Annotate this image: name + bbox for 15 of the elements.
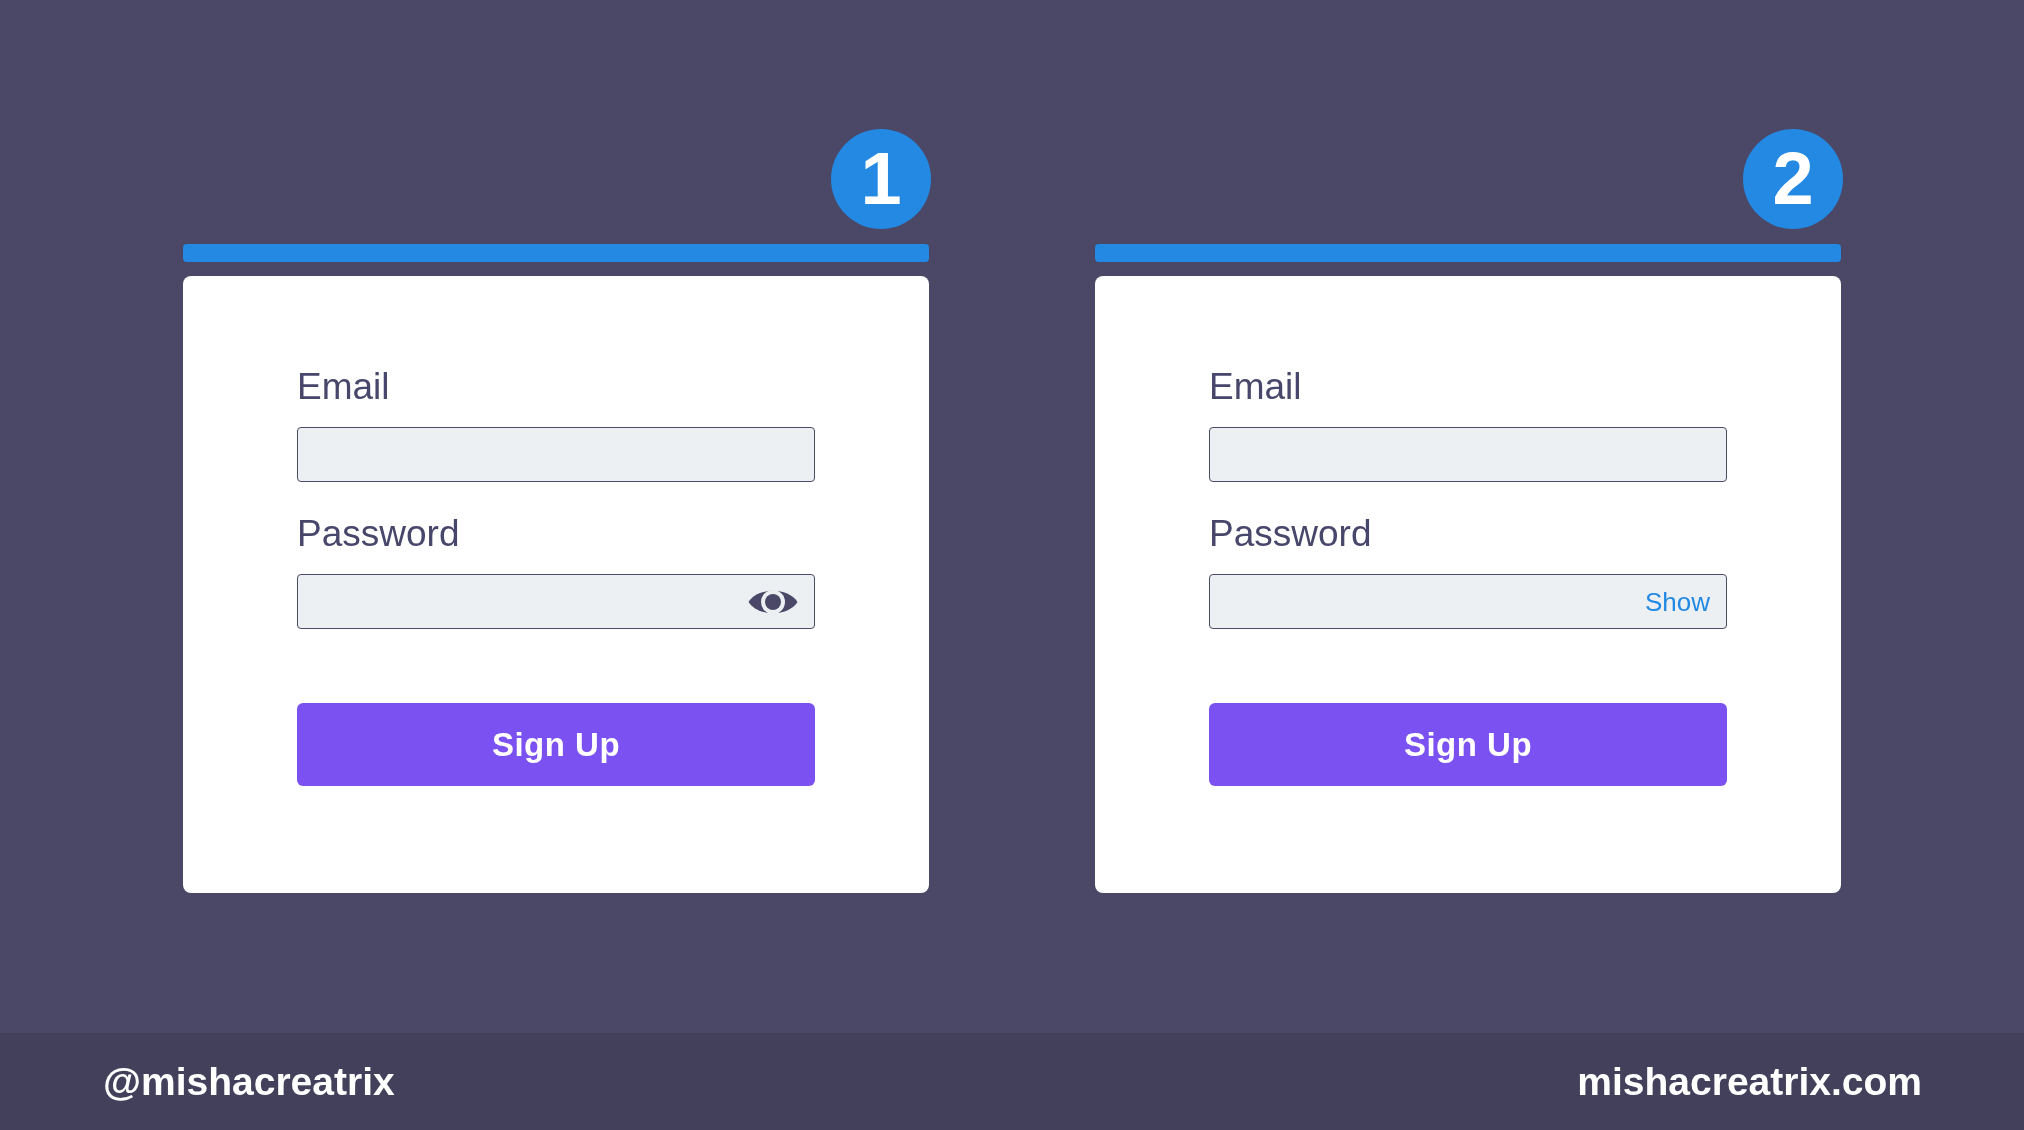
show-password-button[interactable]: Show	[1644, 586, 1710, 617]
website-address: mishacreatrix.com	[1577, 1059, 1922, 1104]
field-label: Email	[297, 365, 390, 409]
input-field[interactable]	[1209, 427, 1727, 482]
input-field[interactable]	[297, 574, 815, 629]
sign-up-button[interactable]: Sign Up	[1209, 703, 1727, 786]
sign-up-button[interactable]: Sign Up	[297, 703, 815, 786]
number-badge: 2	[1743, 129, 1843, 229]
input-field[interactable]: Show	[1209, 574, 1727, 629]
input-field[interactable]	[297, 427, 815, 482]
field-label: Password	[1209, 512, 1372, 556]
author-handle: @mishacreatrix	[103, 1059, 395, 1104]
number-badge: 1	[831, 129, 931, 229]
field-label: Email	[1209, 365, 1302, 409]
field-label: Password	[297, 512, 460, 556]
